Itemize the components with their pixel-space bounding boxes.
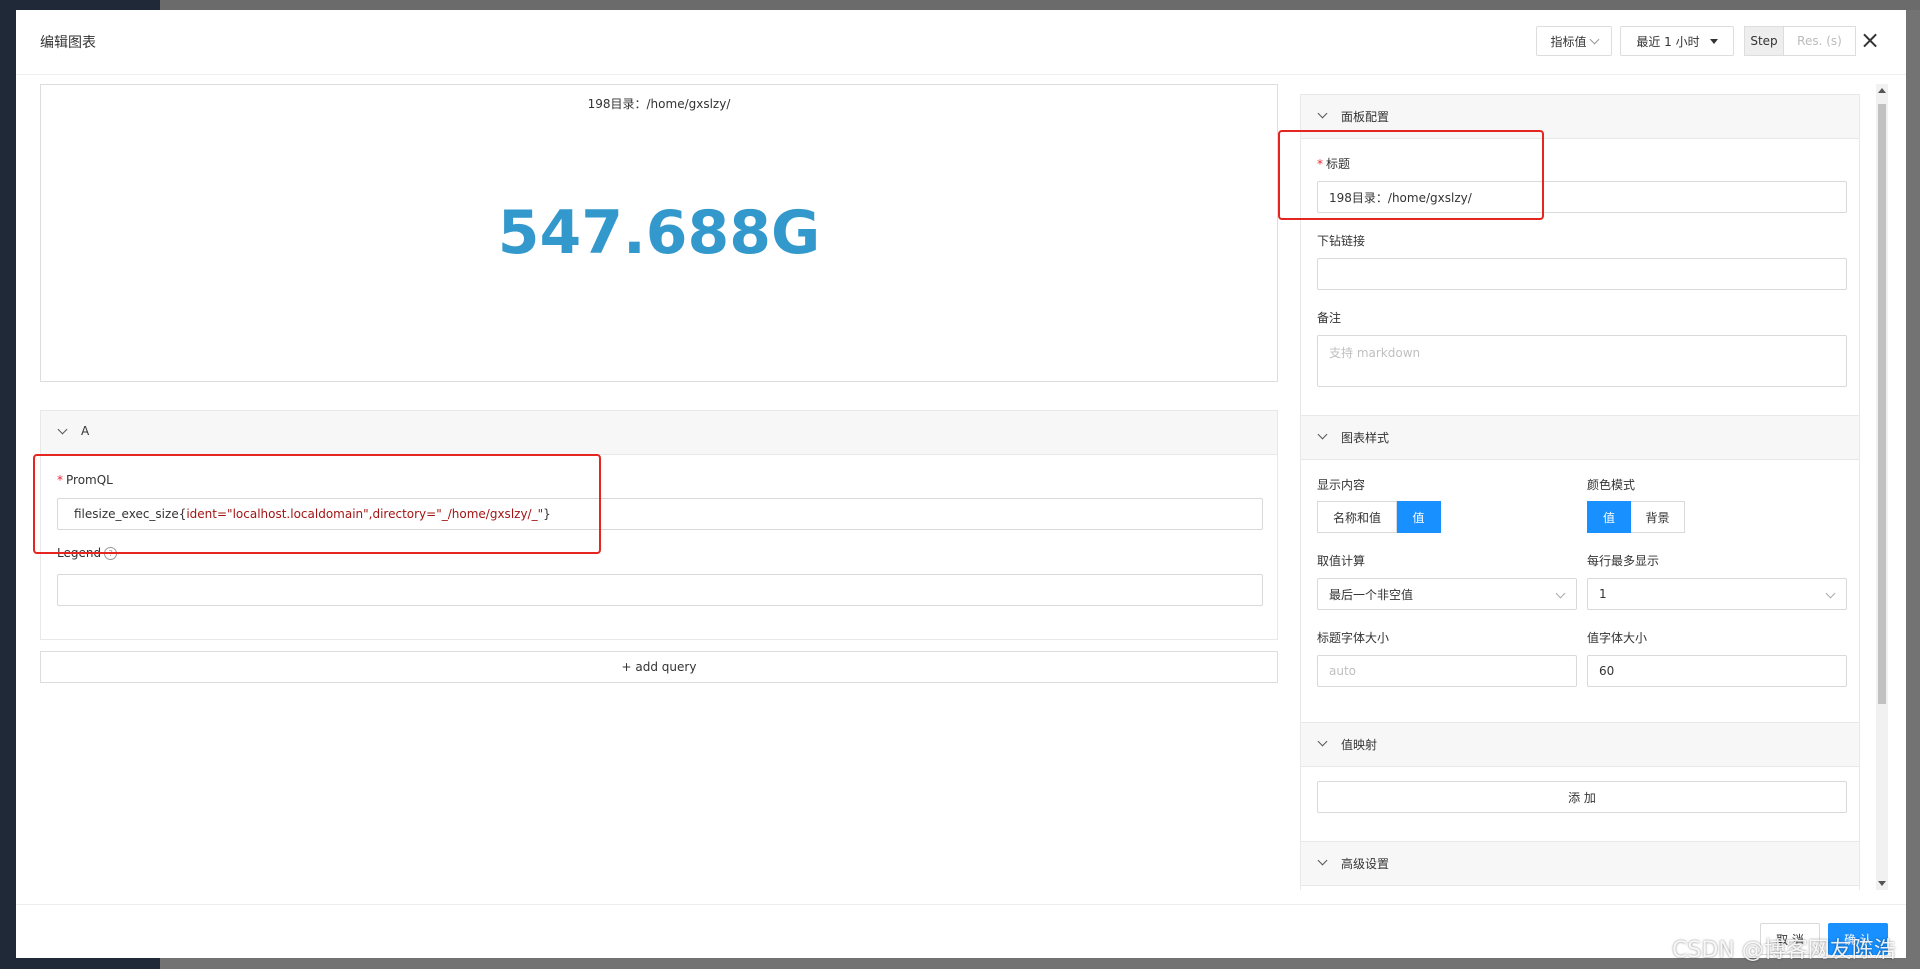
caret-down-icon	[1709, 38, 1718, 44]
advanced-header[interactable]: 高级设置	[1301, 842, 1859, 886]
display-content-label: 显示内容	[1317, 478, 1366, 492]
advanced-title: 高级设置	[1341, 857, 1390, 871]
per-row-select-value: 1	[1599, 587, 1607, 601]
drilldown-input[interactable]	[1317, 258, 1847, 290]
calc-select[interactable]: 最后一个非空值	[1317, 578, 1577, 610]
modal-header: 编辑图表 指标值 最近 1 小时 Step Res. (s) ×	[16, 10, 1906, 75]
chevron-down-icon	[1825, 588, 1836, 599]
advanced-section: 高级设置	[1300, 841, 1860, 890]
chart-style-section: 图表样式 显示内容 名称和值 值 颜色模式 值 背景 取值计算 最后一个非空值 …	[1300, 415, 1860, 723]
time-range-picker[interactable]: 最近 1 小时	[1620, 26, 1734, 56]
close-icon[interactable]: ×	[1858, 28, 1882, 52]
value-mapping-title: 值映射	[1341, 738, 1378, 752]
scroll-down-icon[interactable]	[1878, 881, 1886, 886]
chart-style-title: 图表样式	[1341, 431, 1390, 445]
annotation-box-title	[1278, 130, 1544, 220]
chevron-down-icon	[1589, 34, 1599, 44]
time-range-label: 最近 1 小时	[1636, 34, 1700, 49]
chevron-down-icon	[1317, 108, 1328, 119]
edit-chart-modal: 编辑图表 指标值 最近 1 小时 Step Res. (s) × 198目录：/…	[16, 10, 1906, 958]
modal-title: 编辑图表	[40, 35, 96, 51]
display-option-value[interactable]: 值	[1397, 501, 1441, 533]
modal-footer: 取 消 确 认	[16, 904, 1906, 959]
drilldown-label: 下钻链接	[1317, 234, 1366, 248]
step-button[interactable]: Step	[1744, 26, 1784, 56]
scroll-thumb[interactable]	[1878, 104, 1886, 704]
value-mapping-header[interactable]: 值映射	[1301, 723, 1859, 767]
chevron-down-icon	[1555, 588, 1566, 599]
note-label: 备注	[1317, 311, 1342, 325]
chevron-down-icon	[1317, 429, 1328, 440]
chevron-down-icon	[1317, 855, 1328, 866]
display-content-toggle: 名称和值 值	[1317, 501, 1441, 533]
calc-select-value: 最后一个非空值	[1329, 587, 1414, 602]
chevron-down-icon	[1317, 736, 1328, 747]
value-mapping-section: 值映射 添 加	[1300, 722, 1860, 842]
per-row-select[interactable]: 1	[1587, 578, 1847, 610]
preview-stat-value: 547.688G	[497, 198, 821, 268]
metric-value-label: 指标值	[1550, 34, 1587, 49]
scroll-up-icon[interactable]	[1878, 88, 1886, 93]
chart-style-header[interactable]: 图表样式	[1301, 416, 1859, 460]
per-row-label: 每行最多显示	[1587, 554, 1660, 568]
legend-input[interactable]	[57, 574, 1263, 606]
metric-value-dropdown[interactable]: 指标值	[1536, 26, 1612, 56]
chevron-down-icon	[57, 424, 68, 435]
add-query-button[interactable]: + add query	[40, 651, 1278, 683]
watermark: CSDN @博客网友陈浩	[1672, 938, 1896, 963]
chart-preview: 198目录：/home/gxslzy/ 547.688G	[40, 84, 1278, 382]
resolution-input[interactable]: Res. (s)	[1784, 26, 1856, 56]
query-panel-header[interactable]: A	[41, 411, 1277, 455]
settings-scrollbar[interactable]	[1876, 84, 1888, 890]
value-font-size-label: 值字体大小	[1587, 631, 1648, 645]
annotation-box-promql	[33, 454, 601, 554]
add-mapping-button[interactable]: 添 加	[1317, 781, 1847, 813]
query-name: A	[81, 424, 90, 438]
title-font-size-input[interactable]: auto	[1317, 655, 1577, 687]
preview-title: 198目录：/home/gxslzy/	[587, 97, 731, 111]
color-mode-option-background[interactable]: 背景	[1631, 501, 1685, 533]
color-mode-option-value[interactable]: 值	[1587, 501, 1631, 533]
color-mode-label: 颜色模式	[1587, 478, 1636, 492]
value-font-size-input[interactable]: 60	[1587, 655, 1847, 687]
title-font-size-label: 标题字体大小	[1317, 631, 1390, 645]
step-resolution-group: Step Res. (s)	[1744, 26, 1856, 56]
display-option-name-value[interactable]: 名称和值	[1317, 501, 1397, 533]
calc-label: 取值计算	[1317, 554, 1366, 568]
background-overlay	[160, 0, 1920, 10]
panel-config-title: 面板配置	[1341, 110, 1390, 124]
note-textarea[interactable]: 支持 markdown	[1317, 335, 1847, 387]
color-mode-toggle: 值 背景	[1587, 501, 1685, 533]
